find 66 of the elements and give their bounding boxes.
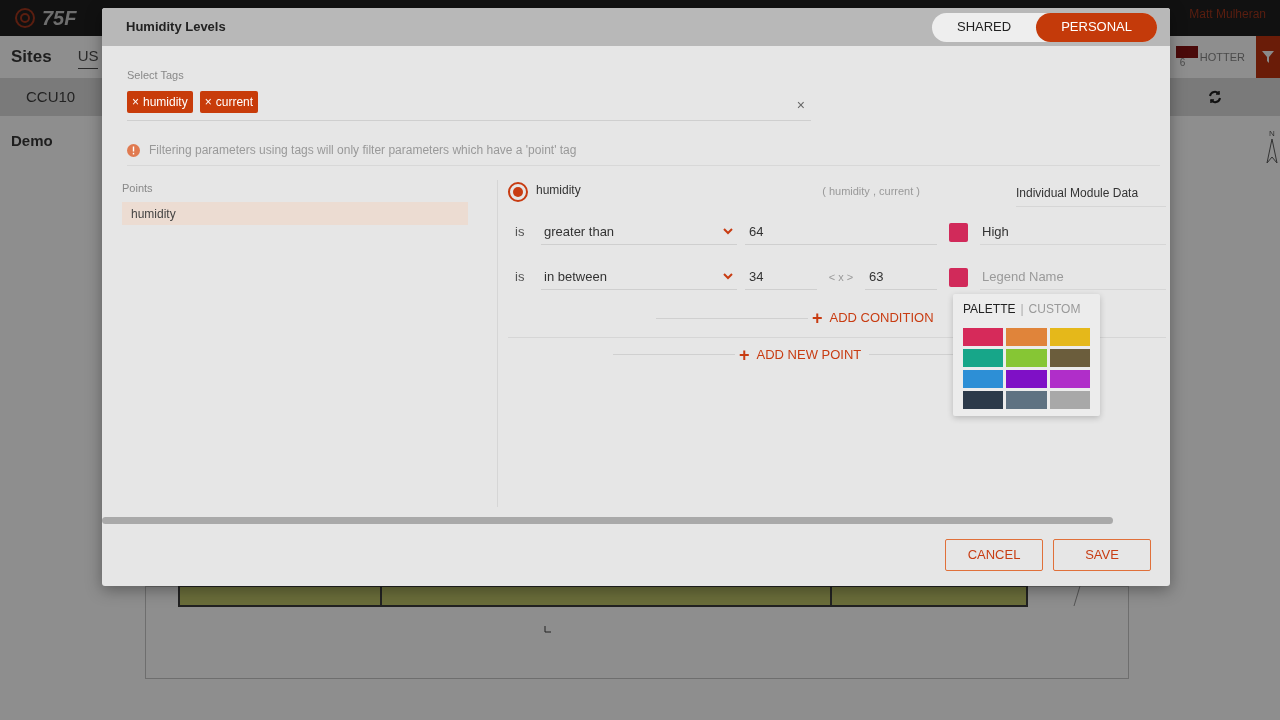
value-field[interactable]: 64 bbox=[745, 219, 937, 245]
building-name: Demo bbox=[11, 131, 53, 151]
field-label: Select Tags bbox=[127, 68, 185, 83]
legend-field[interactable]: High bbox=[980, 219, 1166, 244]
legend-field[interactable]: Legend Name bbox=[980, 264, 1166, 289]
palette-swatch[interactable] bbox=[1049, 349, 1090, 367]
palette-swatch[interactable] bbox=[963, 349, 1004, 367]
point-name: humidity bbox=[536, 181, 581, 199]
palette-swatch[interactable] bbox=[1049, 370, 1090, 388]
palette-swatch[interactable] bbox=[1006, 328, 1047, 346]
horizontal-scrollbar[interactable] bbox=[102, 517, 1113, 524]
point-radio[interactable] bbox=[508, 181, 528, 202]
condition-label: is bbox=[515, 268, 526, 287]
palette-swatch[interactable] bbox=[963, 370, 1004, 388]
point-tags: ( humidity , current ) bbox=[822, 183, 920, 200]
clear-button[interactable]: × bbox=[796, 94, 805, 116]
refresh-icon[interactable] bbox=[1208, 90, 1222, 104]
palette-swatch[interactable] bbox=[1006, 391, 1047, 409]
min-field[interactable]: 34 bbox=[745, 264, 817, 290]
filter-icon bbox=[1262, 51, 1274, 63]
tag-label: humidity bbox=[143, 93, 188, 111]
condition-label: is bbox=[515, 223, 526, 242]
info-icon bbox=[127, 143, 140, 157]
source-dropdown[interactable]: Individual Module Data bbox=[1016, 180, 1166, 207]
picker-tab[interactable]: PALETTE bbox=[963, 300, 1016, 318]
scope-option[interactable]: PERSONAL bbox=[1036, 12, 1157, 42]
add-point-button[interactable]: + ADD NEW POINT bbox=[739, 344, 862, 365]
site-name[interactable]: CCU10 bbox=[26, 85, 76, 109]
add-condition-button[interactable]: + ADD CONDITION bbox=[812, 308, 934, 328]
legend-value: 6 bbox=[1178, 58, 1187, 68]
remove-tag-button[interactable]: × bbox=[132, 92, 139, 111]
operator-dropdown[interactable]: in between bbox=[541, 264, 737, 290]
range-separator: < x > bbox=[827, 269, 855, 285]
logo-text: 75F bbox=[42, 6, 77, 31]
remove-tag-button[interactable]: × bbox=[204, 92, 212, 111]
scope-option[interactable]: SHARED bbox=[932, 12, 1037, 42]
field-label: Points bbox=[122, 180, 154, 196]
operator-dropdown[interactable]: greater than bbox=[541, 219, 737, 245]
max-field[interactable]: 63 bbox=[865, 264, 937, 290]
palette-swatch[interactable] bbox=[963, 391, 1004, 409]
palette-swatch[interactable] bbox=[1006, 370, 1047, 388]
dialog-title: Humidity Levels bbox=[126, 18, 226, 37]
logo-icon bbox=[14, 7, 36, 29]
chevron-down-icon bbox=[723, 228, 733, 235]
dialog-button[interactable]: SAVE bbox=[1053, 539, 1151, 571]
site-tab[interactable]: US bbox=[77, 45, 99, 69]
palette-swatch[interactable] bbox=[1049, 328, 1090, 346]
palette-swatch[interactable] bbox=[1006, 349, 1047, 367]
filter-button[interactable] bbox=[1256, 36, 1280, 78]
tab-separator: | bbox=[1020, 301, 1024, 318]
north-arrow-icon bbox=[1266, 138, 1278, 164]
tag-chip[interactable]: × current bbox=[199, 90, 259, 113]
legend-swatch bbox=[1175, 46, 1198, 58]
tag-label: current bbox=[215, 93, 254, 111]
chevron-down-icon bbox=[723, 273, 733, 280]
color-swatch[interactable] bbox=[949, 267, 968, 287]
point-item[interactable]: humidity bbox=[122, 202, 468, 225]
page-title: Sites bbox=[11, 46, 52, 69]
palette-swatch[interactable] bbox=[963, 328, 1004, 346]
dialog-button[interactable]: CANCEL bbox=[945, 539, 1043, 571]
legend-label: HOTTER bbox=[1199, 49, 1245, 65]
palette-swatch[interactable] bbox=[1049, 391, 1090, 409]
info-message: Filtering parameters using tags will only filter parameters which have a 'point' tag bbox=[149, 142, 577, 159]
tag-chip[interactable]: × humidity bbox=[127, 90, 193, 113]
compass-label: N bbox=[1269, 130, 1275, 138]
color-swatch[interactable] bbox=[949, 222, 968, 242]
